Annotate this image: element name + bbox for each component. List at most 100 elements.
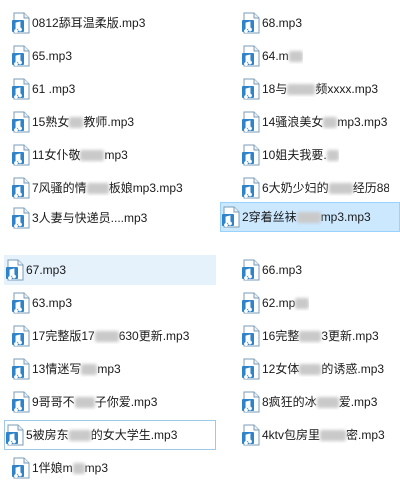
audio-file-icon <box>221 206 242 228</box>
file-name-prefix: 68.mp3 <box>262 16 303 30</box>
file-item[interactable]: 17完整版17 630更新.mp3 <box>10 321 215 351</box>
redacted-text <box>69 117 84 129</box>
file-name-prefix: 13情迷写 <box>32 362 82 376</box>
file-item[interactable]: 18与 频xxxx.mp3 <box>240 74 390 104</box>
file-name: 62.mp <box>262 295 310 311</box>
file-item[interactable]: 8疯狂的冰 爱.mp3 <box>240 387 390 417</box>
redacted-text <box>81 364 98 376</box>
file-name: 2穿着丝袜 mp3.mp3 <box>242 209 371 225</box>
file-item[interactable]: 64.m <box>240 41 390 71</box>
file-item[interactable]: 3人妻与快递员....mp3 <box>10 203 215 233</box>
audio-file-icon <box>241 45 262 67</box>
file-item[interactable]: 68.mp3 <box>240 8 390 38</box>
file-item[interactable]: 2穿着丝袜 mp3.mp3 <box>220 202 400 232</box>
file-name: 10姐夫我要. <box>262 147 339 163</box>
audio-file-icon <box>241 424 262 446</box>
redacted-text <box>296 212 321 224</box>
audio-file-icon <box>241 391 262 413</box>
file-name-suffix: 经历888.mp3 <box>352 181 389 195</box>
file-name-prefix: 0812舔耳温柔版.mp3 <box>32 16 146 30</box>
redacted-text <box>295 298 310 310</box>
file-name: 15熟女 教师.mp3 <box>32 114 134 130</box>
redacted-text <box>326 150 339 162</box>
file-item[interactable]: 15熟女 教师.mp3 <box>10 107 215 137</box>
file-item[interactable]: 16完整 3更新.mp3 <box>240 321 390 351</box>
audio-file-icon <box>5 424 26 446</box>
file-list: 0812舔耳温柔版.mp3 68.mp3 65.mp3 64.m 61 .mp3 18与 频… <box>0 0 400 485</box>
file-item[interactable]: 4ktv包房里 密.mp3 <box>240 420 390 450</box>
file-name-prefix: 65.mp3 <box>32 49 73 63</box>
file-name-prefix: 63.mp3 <box>32 296 73 310</box>
audio-file-icon <box>11 292 32 314</box>
audio-file-icon <box>241 292 262 314</box>
audio-file-icon <box>11 111 32 133</box>
audio-file-icon <box>241 78 262 100</box>
file-name-prefix: 9哥哥不 <box>32 395 75 409</box>
file-name: 6大奶少妇的 经历888.mp3 <box>262 180 389 196</box>
audio-file-icon <box>11 358 32 380</box>
file-item[interactable]: 1伴娘m mp3 <box>10 453 215 483</box>
file-name: 18与 频xxxx.mp3 <box>262 81 378 97</box>
file-name-suffix: 630更新.mp3 <box>118 329 190 343</box>
file-item[interactable]: 63.mp3 <box>10 288 215 318</box>
file-name-prefix: 16完整 <box>262 329 300 343</box>
file-name: 12女体 的诱惑.mp3 <box>262 361 384 377</box>
redacted-text <box>80 150 105 162</box>
file-name-prefix: 10姐夫我要. <box>262 148 327 162</box>
file-item[interactable]: 9哥哥不 子你爱.mp3 <box>10 387 215 417</box>
audio-file-icon <box>11 12 32 34</box>
file-name: 17完整版17 630更新.mp3 <box>32 328 189 344</box>
audio-file-icon <box>11 45 32 67</box>
redacted-text <box>94 331 119 343</box>
file-name-suffix: mp3 <box>104 148 128 162</box>
file-item[interactable]: 67.mp3 <box>4 255 216 285</box>
redacted-text <box>328 183 353 195</box>
file-name-prefix: 64.m <box>262 49 289 63</box>
audio-file-icon <box>5 259 26 281</box>
file-item[interactable]: 65.mp3 <box>10 41 215 71</box>
file-name-prefix: 11女仆敬 <box>32 148 81 162</box>
file-item[interactable]: 6大奶少妇的 经历888.mp3 <box>240 173 390 203</box>
file-name: 7风骚的情 板娘mp3.mp3 <box>32 180 183 196</box>
file-name-prefix: 2穿着丝袜 <box>242 210 297 224</box>
audio-file-icon <box>11 207 32 229</box>
file-name: 13情迷写 mp3 <box>32 361 121 377</box>
redacted-text <box>68 430 91 442</box>
file-item[interactable]: 61 .mp3 <box>10 74 215 104</box>
file-item[interactable]: 66.mp3 <box>240 255 390 285</box>
file-name: 63.mp3 <box>32 295 72 311</box>
file-item[interactable]: 7风骚的情 板娘mp3.mp3 <box>10 173 215 203</box>
file-name-prefix: 5被房东 <box>26 428 69 442</box>
file-name: 9哥哥不 子你爱.mp3 <box>32 394 157 410</box>
file-item[interactable]: 14骚浪美女 mp3.mp3 <box>240 107 390 137</box>
file-name-prefix: 15熟女 <box>32 115 70 129</box>
audio-file-icon <box>11 457 32 479</box>
file-name-suffix: mp3.mp3 <box>320 210 371 224</box>
file-item[interactable]: 5被房东 的女大学生.mp3 <box>4 420 216 450</box>
file-item[interactable]: 0812舔耳温柔版.mp3 <box>10 8 215 38</box>
redacted-text <box>316 397 339 409</box>
file-name-suffix: 子你爱.mp3 <box>94 395 158 409</box>
file-name-prefix: 62.mp <box>262 296 296 310</box>
redacted-text <box>288 51 303 63</box>
audio-file-icon <box>241 144 262 166</box>
file-name: 64.m <box>262 48 303 64</box>
file-name-suffix: 的诱惑.mp3 <box>321 362 385 376</box>
file-item[interactable]: 13情迷写 mp3 <box>10 354 215 384</box>
redacted-text <box>287 84 316 96</box>
file-name-suffix: 教师.mp3 <box>83 115 135 129</box>
audio-file-icon <box>241 177 262 199</box>
redacted-text <box>86 183 109 195</box>
file-name-prefix: 1伴娘m <box>32 461 73 475</box>
file-item[interactable]: 10姐夫我要. <box>240 140 390 170</box>
file-name-prefix: 6大奶少妇的 <box>262 181 329 195</box>
audio-file-icon <box>11 177 32 199</box>
file-name-suffix: 密.mp3 <box>346 428 385 442</box>
file-item[interactable]: 12女体 的诱惑.mp3 <box>240 354 390 384</box>
file-item[interactable]: 62.mp <box>240 288 390 318</box>
audio-file-icon <box>11 78 32 100</box>
file-name-prefix: 4ktv包房里 <box>262 428 321 442</box>
file-item[interactable]: 11女仆敬 mp3 <box>10 140 215 170</box>
redacted-text <box>72 463 85 475</box>
audio-file-icon <box>11 144 32 166</box>
